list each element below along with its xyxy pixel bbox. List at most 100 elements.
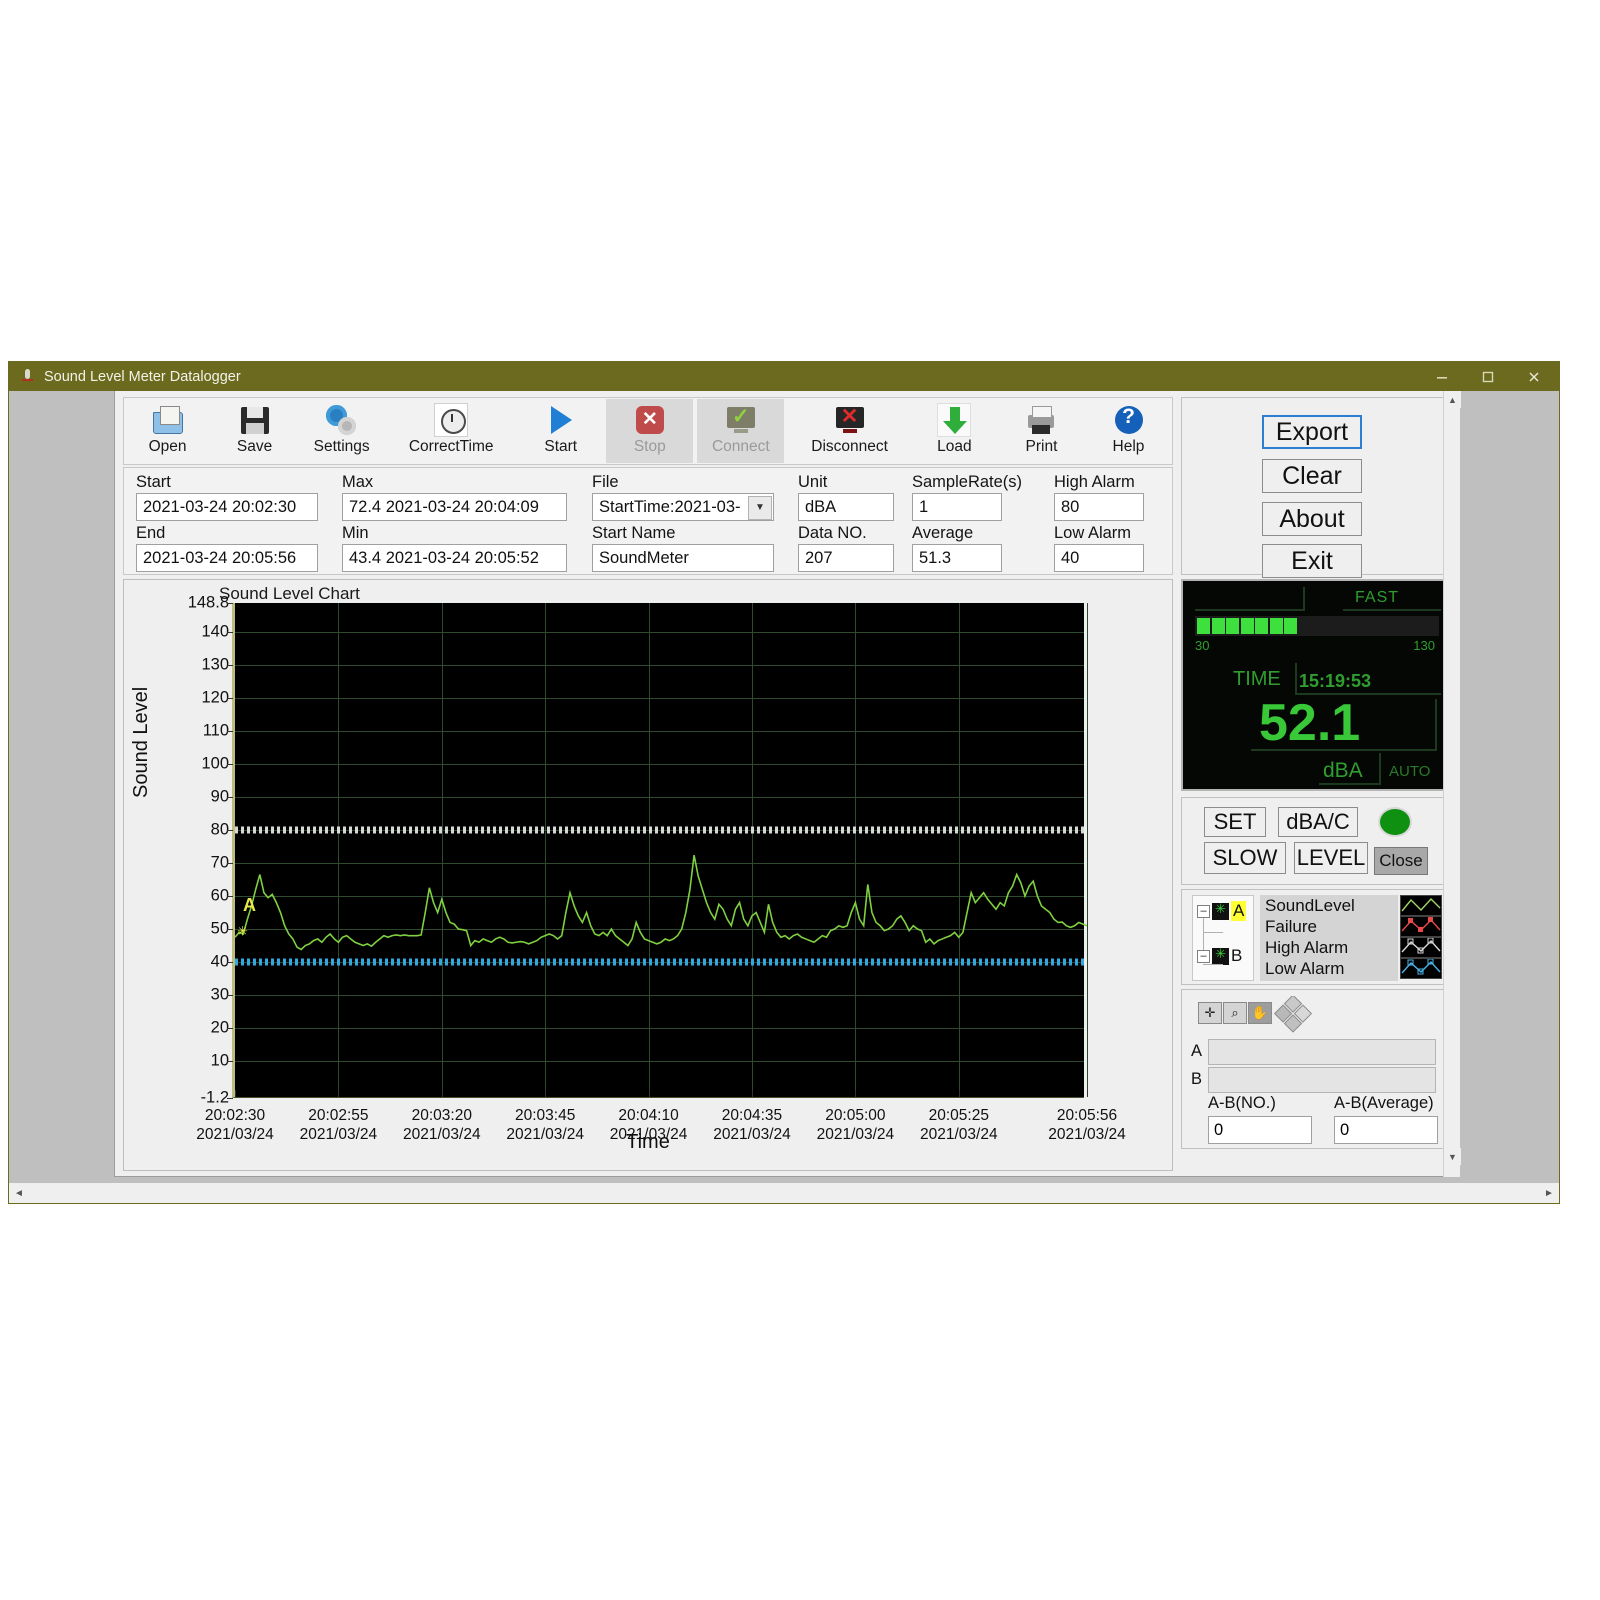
chart-y-tick-mark xyxy=(227,764,233,766)
average-label: Average xyxy=(912,524,974,542)
lcd-unit-frame xyxy=(1319,753,1381,785)
swatch-soundlevel-icon[interactable] xyxy=(1400,895,1442,916)
min-input[interactable]: 43.4 2021-03-24 20:05:52 xyxy=(342,544,567,572)
toolbar-label-load: Load xyxy=(937,438,972,455)
chart-y-tick-mark xyxy=(227,1028,233,1030)
scroll-left-icon[interactable]: ◄ xyxy=(9,1183,29,1203)
toolbar-label-stop: Stop xyxy=(633,438,666,455)
unit-input[interactable]: dBA xyxy=(798,493,894,521)
average-input[interactable]: 51.3 xyxy=(912,544,1002,572)
chart-y-tick-mark xyxy=(227,1061,233,1063)
clear-button[interactable]: Clear xyxy=(1262,459,1362,493)
legend-row-high-alarm[interactable]: High Alarm xyxy=(1260,937,1398,958)
minimize-button[interactable] xyxy=(1419,362,1465,391)
toolbar-button-print[interactable]: Print xyxy=(998,399,1085,463)
chart-x-tick-mark xyxy=(751,1090,753,1097)
chart-y-tick-mark xyxy=(227,603,233,604)
diamond-palette-icon[interactable] xyxy=(1273,994,1313,1033)
chart-x-tick-mark xyxy=(855,1090,857,1097)
cursor-a-point: ✳ xyxy=(237,924,248,939)
data-no-input[interactable]: 207 xyxy=(798,544,894,572)
legend-row-failure[interactable]: Failure xyxy=(1260,916,1398,937)
cursor-a-marker[interactable]: A xyxy=(243,895,256,916)
zoom-icon[interactable]: ⌕ xyxy=(1223,1002,1247,1024)
max-input[interactable]: 72.4 2021-03-24 20:04:09 xyxy=(342,493,567,521)
maximize-button[interactable] xyxy=(1465,362,1511,391)
toolbar-button-connect[interactable]: Connect xyxy=(697,399,785,463)
chart-x-tick-mark xyxy=(648,1090,650,1097)
max-label: Max xyxy=(342,473,374,491)
floppy-disk-icon xyxy=(238,403,272,437)
toolbar-button-help[interactable]: Help xyxy=(1085,399,1172,463)
scroll-right-icon[interactable]: ► xyxy=(1539,1183,1559,1203)
chevron-down-icon[interactable]: ▼ xyxy=(748,496,772,520)
printer-icon xyxy=(1024,403,1058,437)
file-combobox[interactable]: StartTime:2021-03- ▼ xyxy=(592,493,774,521)
exit-button[interactable]: Exit xyxy=(1262,544,1362,578)
high-alarm-input[interactable]: 80 xyxy=(1054,493,1144,521)
set-button[interactable]: SET xyxy=(1204,807,1266,837)
export-button[interactable]: Export xyxy=(1262,415,1362,449)
about-button[interactable]: About xyxy=(1262,502,1362,536)
level-button[interactable]: LEVEL xyxy=(1294,842,1368,874)
lcd-reading-frame xyxy=(1251,699,1437,751)
stop-icon xyxy=(633,403,667,437)
toolbar-label-settings: Settings xyxy=(313,438,370,455)
swatch-high-alarm-icon[interactable] xyxy=(1400,937,1442,958)
tree-node-a[interactable]: – A xyxy=(1197,901,1247,921)
tree-collapse-a-icon[interactable]: – xyxy=(1197,904,1210,918)
meter-close-button[interactable]: Close xyxy=(1374,847,1428,875)
ab-no-value[interactable]: 0 xyxy=(1208,1116,1312,1144)
cursor-b-value[interactable] xyxy=(1208,1067,1436,1093)
close-button[interactable] xyxy=(1511,362,1557,391)
low-alarm-input[interactable]: 40 xyxy=(1054,544,1144,572)
chart-plot-area[interactable]: ✳ A 148.8 140 130 120 110 100 90 80 70 60 50 40 30 20… xyxy=(188,594,1126,1144)
plot-marker-b-icon xyxy=(1212,946,1229,965)
toolbar-button-save[interactable]: Save xyxy=(211,399,298,463)
sample-rate-input[interactable]: 1 xyxy=(912,493,1002,521)
legend-row-soundlevel[interactable]: SoundLevel xyxy=(1260,895,1398,916)
chart-y-tick-mark xyxy=(227,632,233,634)
toolbar-button-stop[interactable]: Stop xyxy=(606,399,694,463)
slow-button[interactable]: SLOW xyxy=(1204,842,1286,874)
crosshair-icon[interactable]: ✛ xyxy=(1198,1002,1222,1024)
lcd-time-frame xyxy=(1295,663,1441,695)
swatch-failure-icon[interactable] xyxy=(1400,916,1442,937)
dba-c-button[interactable]: dBA/C xyxy=(1278,807,1358,837)
lcd-bar-segment xyxy=(1197,618,1210,634)
tree-node-b[interactable]: – B xyxy=(1197,946,1242,966)
plot-tree: – A – B xyxy=(1192,895,1254,981)
chart-y-tick-mark xyxy=(227,797,233,799)
cursor-toolbar: ✛ ⌕ ✋ xyxy=(1198,1002,1272,1024)
pan-hand-icon[interactable]: ✋ xyxy=(1248,1002,1272,1024)
ab-average-value[interactable]: 0 xyxy=(1334,1116,1438,1144)
toolbar-label-save: Save xyxy=(236,438,273,455)
end-input[interactable]: 2021-03-24 20:05:56 xyxy=(136,544,318,572)
lcd-bar-segment xyxy=(1269,618,1283,634)
swatch-low-alarm-icon[interactable] xyxy=(1400,958,1442,979)
toolbar-button-correcttime[interactable]: CorrectTime xyxy=(385,399,517,463)
min-label: Min xyxy=(342,524,369,542)
vertical-scrollbar[interactable]: ▲ ▼ xyxy=(1443,391,1461,1177)
start-name-input[interactable]: SoundMeter xyxy=(592,544,774,572)
toolbar-button-settings[interactable]: Settings xyxy=(298,399,385,463)
right-gutter xyxy=(1460,391,1559,1177)
toolbar-button-load[interactable]: Load xyxy=(911,399,998,463)
scroll-up-icon[interactable]: ▲ xyxy=(1444,391,1461,408)
toolbar-button-start[interactable]: Start xyxy=(517,399,604,463)
tree-collapse-b-icon[interactable]: – xyxy=(1197,949,1210,963)
horizontal-scrollbar[interactable]: ◄ ► xyxy=(9,1183,1559,1203)
scroll-down-icon[interactable]: ▼ xyxy=(1444,1148,1461,1165)
toolbar-button-disconnect[interactable]: Disconnect xyxy=(788,399,910,463)
cursor-a-value[interactable] xyxy=(1208,1039,1436,1065)
window-client-area: Open Save Settings CorrectTime Start ✕ S… xyxy=(9,391,1559,1203)
lcd-bar-segment xyxy=(1284,618,1297,634)
lcd-bar-segment xyxy=(1211,618,1225,634)
start-input[interactable]: 2021-03-24 20:02:30 xyxy=(136,493,318,521)
chart-y-tick-mark xyxy=(227,863,233,865)
chart-y-tick-mark xyxy=(227,962,233,964)
plot-marker-a-icon xyxy=(1212,901,1229,920)
chart-x-tick-mark xyxy=(545,1090,547,1097)
legend-row-low-alarm[interactable]: Low Alarm xyxy=(1260,958,1398,979)
toolbar-button-open[interactable]: Open xyxy=(124,399,211,463)
